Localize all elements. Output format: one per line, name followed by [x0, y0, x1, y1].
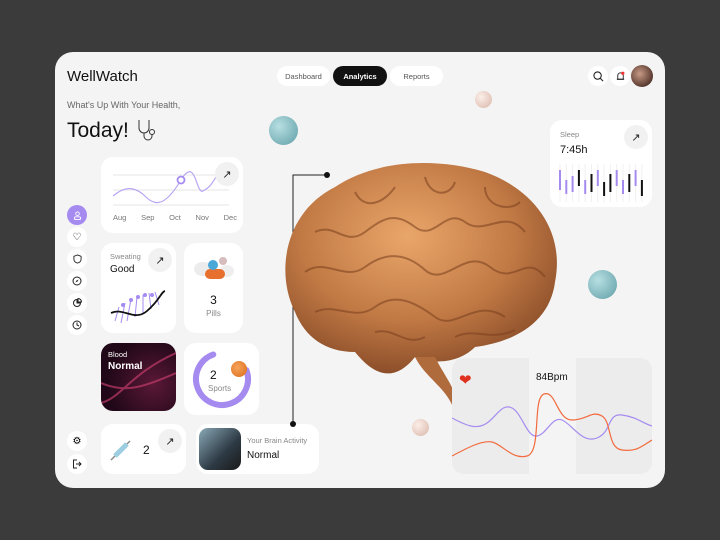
injections-count: 2: [143, 443, 150, 457]
trend-line-chart: [112, 171, 229, 206]
sidebar-item-security[interactable]: [67, 249, 87, 269]
compass-icon: [72, 276, 82, 286]
app-logo: WellWatch: [67, 68, 138, 85]
trend-card: ↗ Aug Sep Oct Nov Dec: [101, 157, 243, 233]
sleep-card: Sleep 7:45h ↗: [550, 120, 652, 207]
month-label: Aug: [113, 213, 127, 222]
syringe-icon: [110, 440, 131, 461]
shield-icon: [72, 254, 82, 264]
tab-dashboard[interactable]: Dashboard: [277, 66, 330, 86]
user-icon: [73, 210, 81, 220]
sweating-label: Sweating: [110, 252, 141, 261]
sleep-label: Sleep: [560, 130, 580, 139]
sleep-value: 7:45h: [560, 144, 588, 156]
sports-count: 2: [210, 368, 217, 382]
trend-x-axis: Aug Sep Oct Nov Dec: [113, 213, 237, 222]
notifications-button[interactable]: [610, 66, 630, 86]
trend-expand-button[interactable]: ↗: [215, 162, 239, 186]
brain-scan-photo: [199, 428, 241, 470]
sports-progress-ring: [193, 350, 251, 408]
pills-card: 3 Pills: [184, 243, 243, 333]
tab-reports[interactable]: Reports: [390, 66, 443, 86]
sweating-value: Good: [110, 264, 135, 275]
sidebar-item-logout[interactable]: [67, 454, 87, 474]
page-title: Today!: [67, 119, 129, 142]
pills-label: Pills: [206, 309, 221, 318]
sleep-expand-button[interactable]: ↗: [624, 125, 648, 149]
bell-icon: [616, 71, 624, 80]
avatar[interactable]: [631, 65, 653, 87]
sleep-bar-chart: [559, 164, 643, 202]
trend-highlight-point[interactable]: [176, 175, 186, 185]
heart-rate-card: ❤ 84Bpm: [452, 358, 652, 474]
heart-icon: ♡: [72, 231, 82, 243]
tab-analytics[interactable]: Analytics: [333, 66, 387, 86]
heart-rate-chart: [452, 393, 652, 458]
decorative-sphere: [475, 91, 492, 108]
dna-illustration: [110, 290, 166, 324]
brain-activity-value: Normal: [247, 450, 280, 461]
decorative-sphere: [269, 116, 298, 145]
sidebar-item-profile[interactable]: [67, 205, 87, 225]
sidebar-item-history[interactable]: [67, 315, 87, 335]
sports-card: 2 Sports: [184, 343, 259, 415]
blood-value: Normal: [108, 361, 143, 372]
injections-card: 2 ↗: [101, 424, 186, 474]
sidebar-item-settings[interactable]: ⚙: [67, 431, 87, 451]
search-button[interactable]: [588, 66, 608, 86]
search-icon: [592, 70, 603, 81]
blood-card[interactable]: Blood Normal: [101, 343, 176, 411]
blood-label: Blood: [108, 350, 128, 359]
pie-chart-icon: [73, 298, 82, 307]
app-window: WellWatch Dashboard Analytics Reports Wh…: [55, 52, 665, 488]
basketball-icon: [231, 361, 247, 377]
logout-icon: [73, 459, 82, 469]
sidebar-item-stats[interactable]: [67, 293, 87, 313]
decorative-sphere: [588, 270, 617, 299]
stethoscope-icon: [138, 120, 155, 141]
decorative-sphere: [412, 419, 429, 436]
month-label: Dec: [223, 213, 237, 222]
pills-icon: [194, 257, 234, 279]
month-label: Nov: [195, 213, 209, 222]
settings-icon: ⚙: [72, 435, 82, 447]
wave-line: [452, 406, 652, 440]
pills-count: 3: [210, 293, 217, 307]
sidebar-item-health[interactable]: ♡: [67, 227, 87, 247]
sweating-expand-button[interactable]: ↗: [148, 248, 172, 272]
clock-icon: [72, 320, 82, 330]
brain-activity-label: Your Brain Activity: [247, 436, 308, 445]
sidebar-item-explore[interactable]: [67, 271, 87, 291]
month-label: Oct: [169, 213, 181, 222]
greeting: What's Up With Your Health,: [67, 100, 181, 110]
trend-line: [112, 171, 217, 204]
month-label: Sep: [141, 213, 155, 222]
sports-label: Sports: [208, 384, 232, 393]
sweating-card: Sweating Good ↗: [101, 243, 176, 333]
injections-expand-button[interactable]: ↗: [158, 429, 182, 453]
